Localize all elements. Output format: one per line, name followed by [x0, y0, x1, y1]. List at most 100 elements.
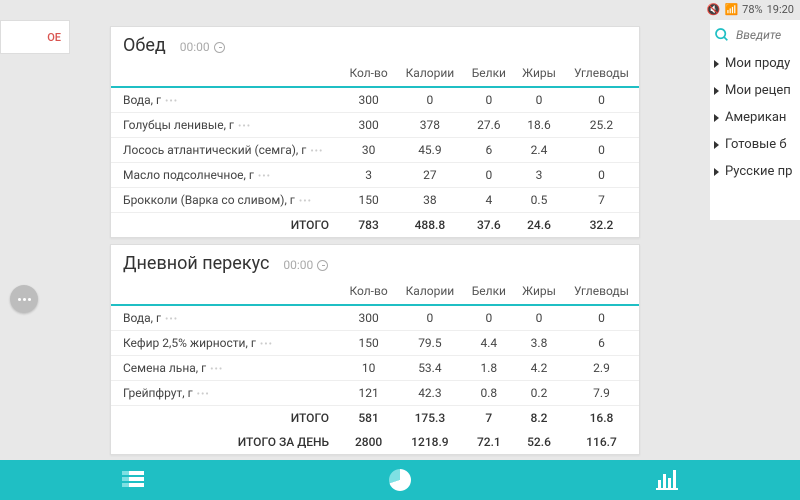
column-header: Кол-во [341, 278, 396, 305]
category-item[interactable]: Готовые б [710, 131, 800, 158]
total-value: 52.6 [514, 430, 564, 454]
food-value: 121 [341, 381, 396, 406]
chevron-right-icon [714, 87, 719, 95]
food-row[interactable]: Вода, г•••3000000 [111, 305, 639, 331]
food-value: 7.9 [564, 381, 639, 406]
food-value: 38 [396, 188, 463, 213]
food-value: 79.5 [396, 331, 463, 356]
category-item[interactable]: Русские пр [710, 158, 800, 185]
nav-pie[interactable] [267, 460, 534, 500]
dots-icon[interactable]: ••• [165, 314, 178, 325]
food-value: 27.6 [464, 113, 514, 138]
column-header: Жиры [514, 60, 564, 87]
dots-icon[interactable]: ••• [310, 146, 323, 157]
category-item[interactable]: Мои проду [710, 50, 800, 77]
food-row[interactable]: Семена льна, г•••1053.41.84.22.9 [111, 356, 639, 381]
food-value: 0.8 [464, 381, 514, 406]
chevron-right-icon [714, 141, 719, 149]
food-value: 0 [564, 305, 639, 331]
total-value: 37.6 [464, 213, 514, 238]
food-value: 300 [341, 305, 396, 331]
food-value: 0 [464, 305, 514, 331]
total-row: ИТОГО581175.378.216.8 [111, 406, 639, 431]
food-name: Грейпфрут, г••• [111, 381, 341, 406]
dots-icon[interactable]: ••• [260, 339, 273, 350]
food-row[interactable]: Брокколи (Варка со сливом), г•••1503840.… [111, 188, 639, 213]
nav-list[interactable] [0, 460, 267, 500]
column-header: Белки [464, 278, 514, 305]
food-value: 0 [564, 163, 639, 188]
food-value: 25.2 [564, 113, 639, 138]
category-item[interactable]: Мои рецеп [710, 77, 800, 104]
dots-icon[interactable]: ••• [258, 171, 271, 182]
dots-icon[interactable]: ••• [238, 121, 251, 132]
food-row[interactable]: Грейпфрут, г•••12142.30.80.27.9 [111, 381, 639, 406]
food-value: 18.6 [514, 113, 564, 138]
meal-title: Дневной перекус [123, 253, 269, 274]
dots-icon[interactable]: ••• [299, 196, 312, 207]
food-name: Семена льна, г••• [111, 356, 341, 381]
nav-bars[interactable] [533, 460, 800, 500]
food-name: Голубцы ленивые, г••• [111, 113, 341, 138]
food-row[interactable]: Масло подсолнечное, г•••327030 [111, 163, 639, 188]
dots-icon[interactable]: ••• [210, 364, 223, 375]
food-value: 0 [564, 87, 639, 113]
list-icon [122, 471, 144, 489]
food-value: 6 [564, 331, 639, 356]
food-value: 0 [514, 87, 564, 113]
tab-label: ОЕ [47, 31, 61, 44]
category-label: Мои проду [725, 56, 790, 71]
food-value: 3 [341, 163, 396, 188]
food-value: 150 [341, 188, 396, 213]
chevron-right-icon [714, 114, 719, 122]
food-row[interactable]: Лосось атлантический (семга), г•••3045.9… [111, 138, 639, 163]
category-item[interactable]: Американ [710, 104, 800, 131]
food-row[interactable]: Голубцы ленивые, г•••30037827.618.625.2 [111, 113, 639, 138]
search-row[interactable] [710, 20, 800, 50]
meal-time[interactable]: 00:00 [180, 40, 225, 54]
food-value: 378 [396, 113, 463, 138]
category-label: Готовые б [725, 137, 787, 152]
food-name: Кефир 2,5% жирности, г••• [111, 331, 341, 356]
total-value: 488.8 [396, 213, 463, 238]
column-header: Жиры [514, 278, 564, 305]
total-row: ИТОГО783488.837.624.632.2 [111, 213, 639, 238]
meal-card: Дневной перекус00:00 Кол-воКалорииБелкиЖ… [110, 244, 640, 455]
food-value: 0.2 [514, 381, 564, 406]
total-value: 175.3 [396, 406, 463, 431]
meal-time[interactable]: 00:00 [283, 258, 328, 272]
dots-icon[interactable]: ••• [165, 96, 178, 107]
total-value: 72.1 [464, 430, 514, 454]
food-value: 6 [464, 138, 514, 163]
floating-menu-button[interactable] [10, 285, 38, 313]
total-label: ИТОГО [111, 406, 341, 431]
food-value: 150 [341, 331, 396, 356]
search-input[interactable] [736, 28, 796, 42]
column-header: Углеводы [564, 60, 639, 87]
dots-icon[interactable]: ••• [197, 389, 210, 400]
total-value: 7 [464, 406, 514, 431]
column-header: Белки [464, 60, 514, 87]
food-row[interactable]: Кефир 2,5% жирности, г•••15079.54.43.86 [111, 331, 639, 356]
food-value: 0 [514, 305, 564, 331]
food-value: 0 [464, 163, 514, 188]
total-label: ИТОГО ЗА ДЕНЬ [111, 430, 341, 454]
total-value: 32.2 [564, 213, 639, 238]
total-row: ИТОГО ЗА ДЕНЬ28001218.972.152.6116.7 [111, 430, 639, 454]
food-value: 1.8 [464, 356, 514, 381]
food-value: 53.4 [396, 356, 463, 381]
food-value: 3 [514, 163, 564, 188]
mute-icon: 🔇 [707, 3, 721, 16]
bottom-nav [0, 460, 800, 500]
food-value: 4.2 [514, 356, 564, 381]
meal-card: Обед00:00 Кол-воКалорииБелкиЖирыУглеводы… [110, 26, 640, 238]
tab-fragment[interactable]: ОЕ [0, 20, 70, 54]
status-bar: 🔇 📶 78% 19:20 [701, 0, 800, 18]
food-name: Вода, г••• [111, 305, 341, 331]
meal-header[interactable]: Обед00:00 [111, 27, 639, 60]
food-row[interactable]: Вода, г•••3000000 [111, 87, 639, 113]
column-header: Калории [396, 60, 463, 87]
meal-header[interactable]: Дневной перекус 00:00 [111, 245, 639, 278]
total-value: 581 [341, 406, 396, 431]
food-name: Вода, г••• [111, 87, 341, 113]
